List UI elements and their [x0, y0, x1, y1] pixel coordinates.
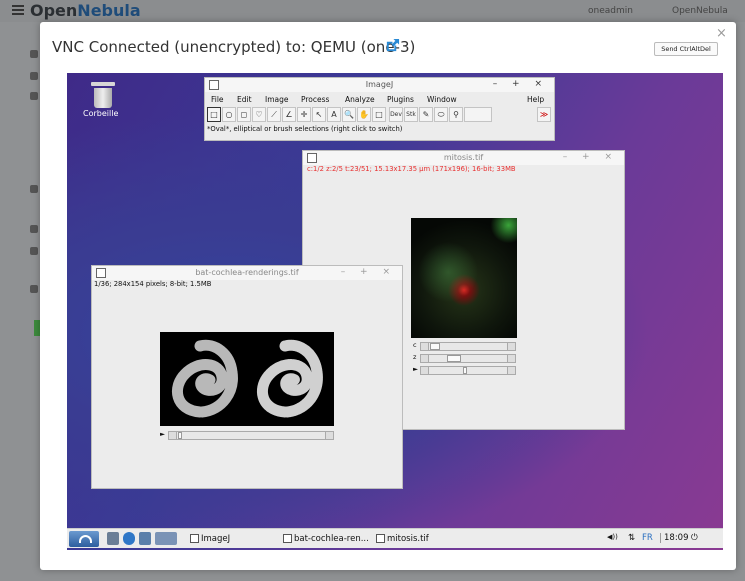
- sidebar-icon: [30, 225, 38, 233]
- trash-icon[interactable]: [91, 79, 115, 109]
- polygon-tool-icon[interactable]: ◻: [237, 107, 251, 122]
- mitosis-titlebar[interactable]: mitosis.tif – + ×: [303, 151, 624, 165]
- window-controls[interactable]: – + ×: [563, 152, 618, 162]
- hamburger-menu-icon: [12, 5, 24, 15]
- flood-fill-tool-icon[interactable]: ⚲: [449, 107, 463, 122]
- brush-tool-icon[interactable]: ⬭: [434, 107, 448, 122]
- task-icon: [190, 534, 199, 543]
- dev-tool-icon[interactable]: Dev: [389, 107, 403, 122]
- imagej-status-text: *Oval*, elliptical or brush selections (…: [207, 125, 403, 133]
- z-slider[interactable]: [420, 354, 516, 363]
- wand-tool-icon[interactable]: ↖: [312, 107, 326, 122]
- sidebar-icon: [30, 285, 38, 293]
- vnc-desktop[interactable]: Corbeille ImageJ – + × File Edit Image P…: [67, 73, 723, 550]
- trash-label: Corbeille: [83, 109, 119, 118]
- z-slider-label: z: [413, 353, 417, 361]
- menu-window[interactable]: Window: [427, 95, 457, 104]
- menu-file[interactable]: File: [211, 95, 224, 104]
- text-tool-icon[interactable]: A: [327, 107, 341, 122]
- rectangle-tool-icon[interactable]: □: [207, 107, 221, 122]
- clock[interactable]: 18:09: [660, 533, 689, 543]
- task-icon: [283, 534, 292, 543]
- background-topbar: OpenNebula oneadmin OpenNebula: [0, 0, 745, 22]
- cochlea-image[interactable]: [160, 332, 334, 426]
- color-picker-tool-icon[interactable]: □: [372, 107, 386, 122]
- magnifier-tool-icon[interactable]: 🔍: [342, 107, 356, 122]
- show-desktop-icon[interactable]: [155, 532, 177, 545]
- t-slider-play-icon[interactable]: ►: [413, 365, 418, 373]
- menu-image[interactable]: Image: [265, 95, 289, 104]
- task-imagej[interactable]: ImageJ: [190, 532, 230, 546]
- file-manager-icon[interactable]: [107, 532, 119, 545]
- cochlea-info: 1/36; 284x154 pixels; 8-bit; 1.5MB: [94, 280, 212, 288]
- pencil-tool-icon[interactable]: ✎: [419, 107, 433, 122]
- background-zone-label: OpenNebula: [672, 6, 728, 16]
- taskbar: ImageJ bat-cochlea-ren... mitosis.tif ◀)…: [67, 528, 723, 548]
- menu-analyze[interactable]: Analyze: [345, 95, 375, 104]
- menu-process[interactable]: Process: [301, 95, 329, 104]
- scroll-tool-icon[interactable]: ✋: [357, 107, 371, 122]
- menu-help[interactable]: Help: [527, 95, 544, 104]
- more-tools-icon[interactable]: ≫: [537, 107, 551, 122]
- window-controls[interactable]: – + ×: [493, 79, 548, 89]
- browser-icon[interactable]: [123, 532, 135, 545]
- channel-slider-label: c: [413, 341, 417, 349]
- sidebar-icon: [30, 185, 38, 193]
- cochlea-titlebar[interactable]: bat-cochlea-renderings.tif – + ×: [92, 266, 402, 280]
- sidebar-icon: [30, 50, 38, 58]
- task-cochlea[interactable]: bat-cochlea-ren...: [283, 532, 369, 546]
- sidebar-icon: [30, 92, 38, 100]
- channel-slider[interactable]: [420, 342, 516, 351]
- point-tool-icon[interactable]: ✛: [297, 107, 311, 122]
- start-menu-button[interactable]: [69, 531, 99, 547]
- line-tool-icon[interactable]: ⟋: [267, 107, 281, 122]
- external-link-icon[interactable]: [385, 38, 400, 53]
- cochlea-slice-slider[interactable]: [168, 431, 334, 440]
- menu-plugins[interactable]: Plugins: [387, 95, 414, 104]
- opennebula-logo: OpenNebula: [30, 1, 141, 20]
- imagej-menubar: File Edit Image Process Analyze Plugins …: [205, 92, 554, 106]
- keyboard-layout[interactable]: FR: [642, 533, 653, 543]
- sidebar-icon: [30, 72, 38, 80]
- close-icon[interactable]: ×: [716, 26, 727, 41]
- imagej-titlebar[interactable]: ImageJ – + ×: [205, 78, 554, 92]
- cochlea-window: bat-cochlea-renderings.tif – + × 1/36; 2…: [91, 265, 403, 489]
- sidebar-icon: [30, 247, 38, 255]
- task-label: mitosis.tif: [387, 534, 429, 544]
- network-icon[interactable]: ⇅: [628, 533, 635, 543]
- angle-tool-icon[interactable]: ∠: [282, 107, 296, 122]
- stack-tool-icon[interactable]: Stk: [404, 107, 418, 122]
- cochlea-play-icon[interactable]: ►: [160, 430, 165, 438]
- background-user-label: oneadmin: [588, 6, 633, 16]
- task-icon: [376, 534, 385, 543]
- task-mitosis[interactable]: mitosis.tif: [376, 532, 429, 546]
- imagej-window: ImageJ – + × File Edit Image Process Ana…: [204, 77, 555, 141]
- window-controls[interactable]: – + ×: [341, 267, 396, 277]
- task-label: ImageJ: [201, 534, 231, 544]
- menu-edit[interactable]: Edit: [237, 95, 252, 104]
- power-icon[interactable]: ⏻: [691, 533, 698, 543]
- send-ctrl-alt-del-button[interactable]: Send CtrlAltDel: [654, 42, 718, 56]
- empty-tool-slot[interactable]: [464, 107, 492, 122]
- oval-tool-icon[interactable]: ○: [222, 107, 236, 122]
- mitosis-info: c:1/2 z:2/5 t:23/51; 15.13x17.35 µm (171…: [307, 165, 516, 173]
- freehand-tool-icon[interactable]: ♡: [252, 107, 266, 122]
- task-label: bat-cochlea-ren...: [294, 534, 369, 544]
- modal-title: VNC Connected (unencrypted) to: QEMU (on…: [52, 38, 416, 56]
- imagej-toolbar: □ ○ ◻ ♡ ⟋ ∠ ✛ ↖ A 🔍 ✋ □ Dev Stk ✎ ⬭ ⚲ ≫: [207, 107, 552, 123]
- volume-icon[interactable]: ◀)): [607, 533, 618, 541]
- t-slider[interactable]: [420, 366, 516, 375]
- mitosis-image[interactable]: [411, 218, 517, 338]
- terminal-icon[interactable]: [139, 532, 151, 545]
